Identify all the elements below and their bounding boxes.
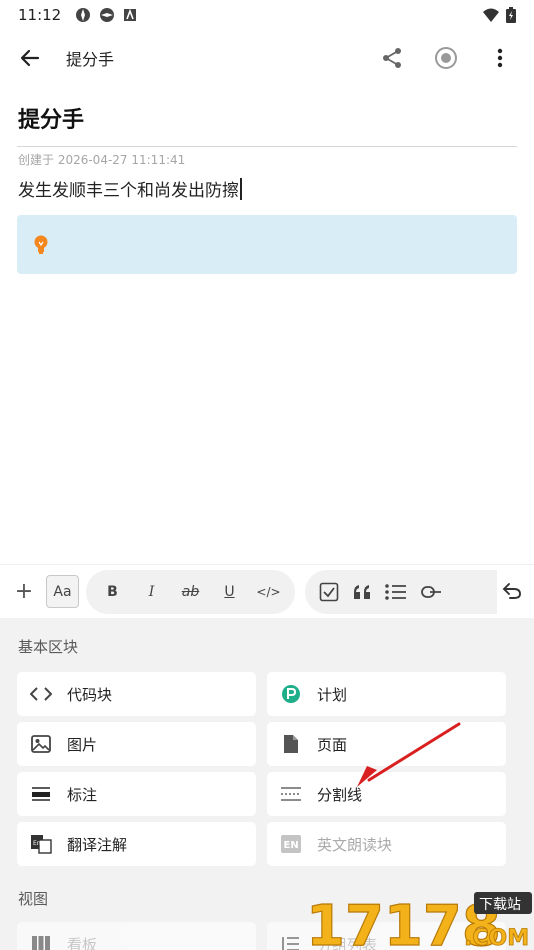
block-plan-label: 计划 <box>317 685 348 704</box>
app-notification-icon <box>100 8 115 22</box>
text-style-button[interactable]: Aa <box>46 575 79 608</box>
document: 提分手 创建于 2026-04-27 11:11:41 发生发顺丰三个和尚发出防… <box>0 86 534 274</box>
font-notification-icon <box>124 8 137 21</box>
plan-icon <box>282 685 300 703</box>
share-icon <box>383 48 401 68</box>
block-en-read[interactable]: EN 英文朗读块 <box>267 822 506 866</box>
divider-icon <box>281 787 301 801</box>
more-vert-icon <box>497 48 503 68</box>
arrow-back-icon <box>20 49 40 67</box>
block-kanban-label: 看板 <box>67 935 98 950</box>
svg-text:En: En <box>33 840 41 847</box>
status-bar: 11:12 <box>0 0 534 30</box>
bold-button[interactable]: B <box>96 575 129 608</box>
undo-icon <box>502 583 521 599</box>
block-highlight[interactable]: 标注 <box>17 772 256 816</box>
page-icon <box>284 735 298 753</box>
annotation-arrow <box>357 722 461 787</box>
code-icon <box>30 687 52 701</box>
section-label-basic-blocks: 基本区块 <box>18 638 79 656</box>
back-button[interactable] <box>14 42 46 74</box>
inline-format-group: B I ab U </> <box>86 569 295 614</box>
inline-code-button[interactable]: </> <box>252 575 285 608</box>
block-image-label: 图片 <box>67 735 98 754</box>
kanban-icon <box>32 936 50 950</box>
quote-icon[interactable] <box>353 584 371 600</box>
title-divider <box>17 146 517 147</box>
block-format-group <box>305 569 497 614</box>
body-text: 发生发顺丰三个和尚发出防擦 <box>18 181 239 201</box>
format-toolbar: + Aa B I ab U </> <box>0 564 534 618</box>
lightbulb-icon <box>34 235 48 254</box>
undo-button[interactable] <box>498 577 526 605</box>
svg-text:EN: EN <box>284 840 299 851</box>
block-translate[interactable]: En 翻译注解 <box>17 822 256 866</box>
en-read-icon: EN <box>281 835 301 853</box>
underline-button[interactable]: U <box>213 575 246 608</box>
italic-button[interactable]: I <box>135 575 168 608</box>
block-page-label: 页面 <box>317 735 348 754</box>
app-bar-title: 提分手 <box>66 50 115 69</box>
share-button[interactable] <box>376 42 408 74</box>
bullet-list-icon[interactable] <box>385 583 407 601</box>
site-watermark: 17178 下载站 .COM <box>305 892 532 950</box>
translate-icon: En <box>31 835 52 854</box>
watermark-sub: 下载站 <box>479 897 521 913</box>
block-image[interactable]: 图片 <box>17 722 256 766</box>
app-bar: 提分手 <box>0 30 534 86</box>
section-label-view: 视图 <box>18 890 49 908</box>
status-notification-icons <box>75 7 137 23</box>
block-plan[interactable]: 计划 <box>267 672 506 716</box>
watermark-suffix: .COM <box>464 926 529 950</box>
wifi-icon <box>483 8 499 22</box>
block-code-label: 代码块 <box>67 685 113 704</box>
highlight-icon <box>32 787 50 801</box>
image-icon <box>31 735 51 753</box>
group-list-icon <box>282 937 299 950</box>
block-kanban[interactable]: 看板 <box>17 922 256 950</box>
app-notification-icon <box>76 8 91 22</box>
add-block-button[interactable]: + <box>12 579 36 604</box>
document-title[interactable]: 提分手 <box>18 102 516 134</box>
created-timestamp: 创建于 2026-04-27 11:11:41 <box>18 153 186 167</box>
text-caret <box>240 177 242 200</box>
status-time: 11:12 <box>18 6 62 24</box>
more-button[interactable] <box>484 42 516 74</box>
record-button[interactable] <box>430 42 462 74</box>
checkbox-icon[interactable] <box>319 582 339 602</box>
strikethrough-button[interactable]: ab <box>174 575 207 608</box>
battery-icon <box>506 7 516 23</box>
callout-block[interactable] <box>17 215 517 274</box>
block-highlight-label: 标注 <box>67 785 98 804</box>
record-icon <box>435 47 457 69</box>
block-en-read-label: 英文朗读块 <box>317 835 393 854</box>
block-translate-label: 翻译注解 <box>67 835 128 854</box>
status-system-icons <box>482 7 516 23</box>
block-code[interactable]: 代码块 <box>17 672 256 716</box>
link-icon[interactable] <box>421 585 443 599</box>
document-body[interactable]: 发生发顺丰三个和尚发出防擦 <box>18 176 516 201</box>
